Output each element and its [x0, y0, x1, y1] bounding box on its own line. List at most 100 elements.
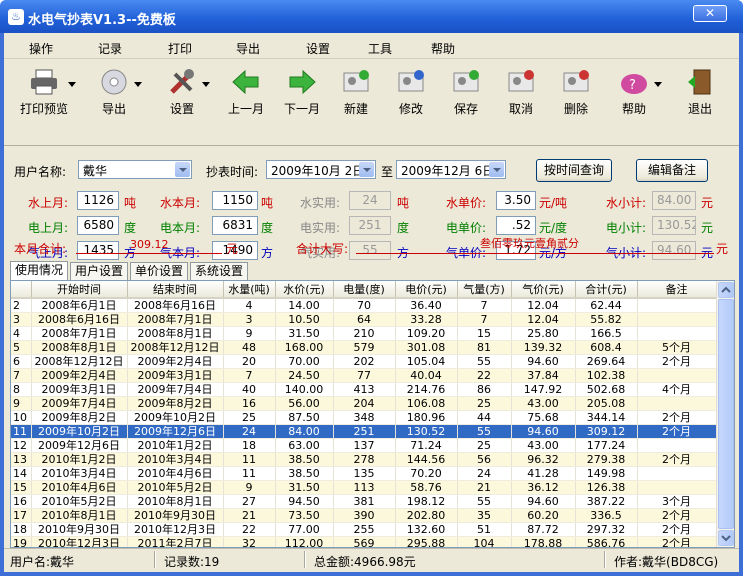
edit-note-button[interactable]: 编辑备注: [636, 159, 708, 182]
column-header[interactable]: 开始时间: [31, 281, 128, 299]
scroll-thumb[interactable]: [718, 299, 734, 529]
chevron-down-icon[interactable]: [68, 82, 76, 87]
table-row[interactable]: 13 2010年1月2日 2010年3月4日 11 38.50 278 144.56 56 96…: [11, 452, 717, 467]
table-cell: 586.76: [575, 536, 638, 547]
chevron-down-icon[interactable]: [489, 162, 504, 177]
table-cell: 44: [457, 410, 512, 425]
table-row[interactable]: 2 2008年6月1日 2008年6月16日 4 14.00 70 36.40 7 12.04 6…: [11, 298, 717, 313]
close-button[interactable]: ✕: [693, 5, 727, 22]
table-cell: 309.12: [575, 424, 638, 439]
tab-usage[interactable]: 使用情况: [10, 261, 69, 281]
water-price-input[interactable]: 3.50: [496, 191, 536, 210]
menu-export[interactable]: 导出: [236, 40, 260, 57]
column-header[interactable]: [11, 281, 32, 299]
table-row[interactable]: 3 2008年6月16日 2008年7月1日 3 10.50 64 33.28 7 12.04 5…: [11, 312, 717, 327]
menu-operate[interactable]: 操作: [29, 40, 53, 57]
table-row[interactable]: 7 2009年2月4日 2009年3月1日 7 24.50 77 40.04 22 37.84 1…: [11, 368, 717, 383]
chevron-down-icon[interactable]: [654, 82, 662, 87]
column-header[interactable]: 气价(元): [511, 281, 576, 299]
table-row[interactable]: 11 2009年10月2日 2009年12月6日 24 84.00 251 130.52 55…: [11, 424, 717, 439]
water-sub-label: 水小计:: [606, 196, 647, 210]
query-by-time-button[interactable]: 按时间查询: [536, 159, 612, 182]
print-preview-button[interactable]: 打印预览: [18, 64, 76, 140]
water-last-input[interactable]: 1126: [77, 191, 119, 210]
column-header[interactable]: 水价(元): [275, 281, 334, 299]
table-row[interactable]: 19 2010年12月3日 2011年2月7日 32 112.00 569 295.88 10…: [11, 536, 717, 547]
vertical-scrollbar[interactable]: [716, 281, 734, 547]
exit-button[interactable]: 退出: [678, 64, 722, 140]
print-preview-label: 打印预览: [19, 102, 68, 116]
settings-button[interactable]: 设置: [160, 64, 210, 140]
scroll-down-button[interactable]: [718, 530, 734, 546]
table-row[interactable]: 10 2009年8月2日 2009年10月2日 25 87.50 348 180.96 44 7…: [11, 410, 717, 425]
table-row[interactable]: 4 2008年7月1日 2008年8月1日 9 31.50 210 109.20 15 25.8…: [11, 326, 717, 341]
table-cell: 2008年6月16日: [31, 312, 128, 327]
table-cell: 178.88: [511, 536, 576, 547]
next-month-button[interactable]: 下一月: [280, 64, 324, 140]
table-cell: 251: [333, 424, 396, 439]
table-row[interactable]: 16 2010年5月2日 2010年8月1日 27 94.50 381 198.12 55 94…: [11, 494, 717, 509]
title-bar[interactable]: ♨ 水电气抄表V1.3--免费板 ✕: [0, 0, 743, 33]
table-row[interactable]: 14 2010年3月4日 2010年4月6日 11 38.50 135 70.20 24 41.…: [11, 466, 717, 481]
table-row[interactable]: 8 2009年3月1日 2009年7月4日 40 140.00 413 214.76 86 14…: [11, 382, 717, 397]
gas-last-input[interactable]: 1435: [77, 241, 119, 260]
user-select[interactable]: 戴华: [78, 160, 192, 179]
elec-this-input[interactable]: 6831: [212, 216, 258, 235]
table-cell: 255: [333, 522, 396, 537]
elec-last-input[interactable]: 6580: [77, 216, 119, 235]
chevron-down-icon[interactable]: [359, 162, 374, 177]
help-icon: ?: [619, 68, 649, 96]
column-header[interactable]: 电价(元): [395, 281, 458, 299]
elec-used-unit: 度: [397, 221, 410, 235]
table-cell: 9: [223, 480, 276, 495]
table-cell: 51: [457, 522, 512, 537]
menu-help[interactable]: 帮助: [431, 40, 455, 57]
column-header[interactable]: 水量(吨): [223, 281, 276, 299]
prev-month-button[interactable]: 上一月: [224, 64, 268, 140]
table-cell: 25: [457, 438, 512, 453]
menu-print[interactable]: 打印: [168, 40, 192, 57]
table-cell: 2008年12月12日: [31, 354, 128, 369]
table-row[interactable]: 17 2010年8月1日 2010年9月30日 21 73.50 390 202.80 35 6…: [11, 508, 717, 523]
tab-price-settings[interactable]: 单价设置: [130, 262, 189, 280]
table-cell: 579: [333, 340, 396, 355]
table-row[interactable]: 18 2010年9月30日 2010年12月3日 22 77.00 255 132.60 51…: [11, 522, 717, 537]
menu-settings[interactable]: 设置: [306, 40, 330, 57]
chevron-down-icon[interactable]: [134, 82, 142, 87]
table-row[interactable]: 5 2008年8月1日 2008年12月12日 48 168.00 579 301.08 81…: [11, 340, 717, 355]
help-button[interactable]: ? 帮助: [612, 64, 662, 140]
edit-button[interactable]: 修改: [389, 64, 433, 140]
column-header[interactable]: 结束时间: [127, 281, 224, 299]
water-this-input[interactable]: 1150: [212, 191, 258, 210]
table-cell: 24.50: [275, 368, 334, 383]
column-header[interactable]: 合计(元): [575, 281, 638, 299]
table-cell: 2个月: [637, 424, 717, 439]
date-from-picker[interactable]: 2009年10月 2日: [266, 160, 376, 179]
delete-button[interactable]: 删除: [554, 64, 598, 140]
menu-tools[interactable]: 工具: [368, 40, 392, 57]
new-button[interactable]: 新建: [334, 64, 378, 140]
menu-record[interactable]: 记录: [98, 40, 122, 57]
export-label: 导出: [101, 102, 126, 116]
date-to-picker[interactable]: 2009年12月 6日: [396, 160, 506, 179]
chevron-down-icon[interactable]: [202, 82, 210, 87]
column-header[interactable]: 备注: [637, 281, 717, 299]
save-button[interactable]: 保存: [444, 64, 488, 140]
tab-system-settings[interactable]: 系统设置: [190, 262, 249, 280]
export-button[interactable]: 导出: [92, 64, 142, 140]
scroll-up-button[interactable]: [718, 282, 734, 298]
table-row[interactable]: 9 2009年7月4日 2009年8月2日 16 56.00 204 106.08 25 43.…: [11, 396, 717, 411]
chevron-down-icon[interactable]: [175, 162, 190, 177]
table-row[interactable]: 15 2010年4月6日 2010年5月2日 9 31.50 113 58.76 21 36.1…: [11, 480, 717, 495]
table-cell: 22: [457, 368, 512, 383]
table-row[interactable]: 12 2009年12月6日 2010年1月2日 18 63.00 137 71.24 25 43…: [11, 438, 717, 453]
column-header[interactable]: 电量(度): [333, 281, 396, 299]
table-cell: 43.00: [511, 396, 576, 411]
column-header[interactable]: 气量(方): [457, 281, 512, 299]
table-cell: 413: [333, 382, 396, 397]
table-cell: 608.4: [575, 340, 638, 355]
tab-user-settings[interactable]: 用户设置: [70, 262, 129, 280]
elec-price-input[interactable]: .52: [496, 216, 536, 235]
table-row[interactable]: 6 2008年12月12日 2009年2月4日 20 70.00 202 105.04 55 9…: [11, 354, 717, 369]
cancel-button[interactable]: 取消: [499, 64, 543, 140]
